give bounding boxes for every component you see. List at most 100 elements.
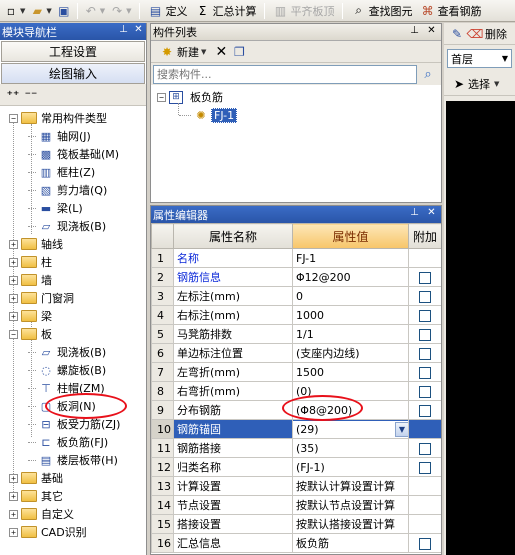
sum-calc-button[interactable]: Σ 汇总计算 xyxy=(191,2,260,20)
delete-button[interactable]: ⌫ 删除 xyxy=(466,25,507,43)
prop-value[interactable]: (支座内边线) xyxy=(292,343,409,363)
nav-tree-item[interactable]: ▦ 轴网(J) xyxy=(28,127,91,145)
nav-tree-item[interactable]: + CAD识别 xyxy=(9,523,87,541)
select-button[interactable]: ➤ 选择 ▼ xyxy=(444,72,515,96)
expand-toggle[interactable]: + xyxy=(9,527,18,537)
property-row[interactable]: 1 名称 FJ-1 xyxy=(151,248,441,268)
undo-icon[interactable]: ↶ xyxy=(83,3,99,19)
property-row[interactable]: 11 钢筋搭接 (35) xyxy=(151,438,441,458)
prop-value[interactable]: Φ12@200 xyxy=(292,267,409,287)
property-row[interactable]: 4 右标注(mm) 1000 xyxy=(151,305,441,325)
nav-tree-item[interactable]: + 门窗洞 xyxy=(9,289,74,307)
prop-value[interactable]: 1500 xyxy=(292,362,409,382)
property-row[interactable]: 12 归类名称 (FJ-1) xyxy=(151,457,441,477)
prop-value[interactable]: 按默认搭接设置计算 xyxy=(292,514,409,534)
nav-tree-item[interactable]: ▬ 梁(L) xyxy=(28,199,83,217)
nav-tree-item[interactable]: − 常用构件类型 xyxy=(9,109,107,127)
drawing-input-button[interactable]: 绘图输入 xyxy=(1,63,145,84)
extra-checkbox[interactable] xyxy=(419,404,431,417)
collapse-toggle[interactable]: − xyxy=(9,113,18,123)
pin-icon[interactable]: ⊥ xyxy=(408,207,421,218)
new-component-button[interactable]: ✸ 新建 ▼ xyxy=(155,43,212,61)
expand-toggle[interactable]: + xyxy=(9,311,18,321)
find-element-button[interactable]: ⌕ 查找图元 xyxy=(347,2,416,20)
save-icon[interactable]: ▣ xyxy=(56,3,72,19)
expand-all-icon[interactable]: ⁺⁺ xyxy=(5,87,21,103)
collapse-toggle[interactable]: − xyxy=(9,329,18,339)
prop-value[interactable]: 1/1 xyxy=(292,324,409,344)
search-input[interactable] xyxy=(153,64,417,84)
search-icon[interactable]: ⌕ xyxy=(417,65,439,84)
extra-checkbox[interactable] xyxy=(419,461,431,474)
delete-x-icon[interactable]: ✕ xyxy=(213,44,229,60)
view-rebar-button[interactable]: ⌘ 查看钢筋 xyxy=(416,2,485,20)
pencil-icon[interactable]: ✎ xyxy=(449,26,465,42)
extra-checkbox[interactable] xyxy=(419,309,431,322)
extra-checkbox[interactable] xyxy=(419,366,431,379)
chevron-down-icon[interactable]: ▼ xyxy=(100,7,105,15)
expand-toggle[interactable]: + xyxy=(9,257,18,267)
chevron-down-icon[interactable]: ▼ xyxy=(46,7,51,15)
floor-select[interactable]: 首层 ▼ xyxy=(447,49,512,68)
nav-tree-item[interactable]: ▱ 现浇板(B) xyxy=(28,217,106,235)
prop-value[interactable]: (FJ-1) xyxy=(292,457,409,477)
property-row[interactable]: 16 汇总信息 板负筋 xyxy=(151,533,441,553)
nav-tree-item[interactable]: ◌ 螺旋板(B) xyxy=(28,361,106,379)
nav-tree-item[interactable]: − 板 xyxy=(9,325,52,343)
expand-toggle[interactable]: + xyxy=(9,491,18,501)
extra-checkbox[interactable] xyxy=(419,271,431,284)
prop-value[interactable]: 0 xyxy=(292,286,409,306)
chevron-down-icon[interactable]: ▼ xyxy=(20,7,25,15)
expand-toggle[interactable]: + xyxy=(9,293,18,303)
copy-icon[interactable]: ❐ xyxy=(231,44,247,60)
chevron-down-icon[interactable]: ▼ xyxy=(395,421,408,437)
close-icon[interactable]: ✕ xyxy=(425,207,438,218)
property-row[interactable]: 10 钢筋锚固 (29) ▼ xyxy=(151,419,441,439)
prop-value[interactable]: 按默认计算设置计算 xyxy=(292,476,409,496)
nav-tree-item[interactable]: ▤ 楼层板带(H) xyxy=(28,451,118,469)
pin-icon[interactable]: ⊥ xyxy=(408,25,421,36)
close-icon[interactable]: ✕ xyxy=(425,25,438,36)
property-row[interactable]: 7 左弯折(mm) 1500 xyxy=(151,362,441,382)
pin-icon[interactable]: ⊥ xyxy=(117,24,130,35)
nav-tree-item[interactable]: ▩ 筏板基础(M) xyxy=(28,145,119,163)
nav-tree-item[interactable]: + 柱 xyxy=(9,253,52,271)
nav-tree-item[interactable]: + 轴线 xyxy=(9,235,63,253)
extra-checkbox[interactable] xyxy=(419,442,431,455)
prop-value[interactable]: FJ-1 xyxy=(292,248,409,268)
nav-tree-item[interactable]: + 自定义 xyxy=(9,505,74,523)
nav-tree-item[interactable]: + 梁 xyxy=(9,307,52,325)
define-button[interactable]: ▤ 定义 xyxy=(144,2,191,20)
extra-checkbox[interactable] xyxy=(419,537,431,550)
flush-slab-button[interactable]: ▥ 平齐板顶 xyxy=(269,2,338,20)
property-row[interactable]: 6 单边标注位置 (支座内边线) xyxy=(151,343,441,363)
expand-toggle[interactable]: + xyxy=(9,239,18,249)
chevron-down-icon[interactable]: ▼ xyxy=(126,7,131,15)
drawing-canvas[interactable] xyxy=(446,101,515,555)
tree-root-negative-rebar[interactable]: − ⊞ 板负筋 xyxy=(157,88,223,106)
property-row[interactable]: 15 搭接设置 按默认搭接设置计算 xyxy=(151,514,441,534)
extra-checkbox[interactable] xyxy=(419,347,431,360)
collapse-toggle[interactable]: − xyxy=(157,92,166,102)
nav-tree-item[interactable]: ▱ 现浇板(B) xyxy=(28,343,106,361)
extra-checkbox[interactable] xyxy=(419,385,431,398)
extra-checkbox[interactable] xyxy=(419,328,431,341)
nav-tree-item[interactable]: ▧ 剪力墙(Q) xyxy=(28,181,107,199)
prop-value[interactable]: (29) ▼ xyxy=(292,419,409,439)
nav-tree-item[interactable]: ⊏ 板负筋(FJ) xyxy=(28,433,108,451)
prop-value[interactable]: 板负筋 xyxy=(292,533,409,553)
expand-toggle[interactable]: + xyxy=(9,473,18,483)
expand-toggle[interactable]: + xyxy=(9,275,18,285)
property-row[interactable]: 5 马凳筋排数 1/1 xyxy=(151,324,441,344)
anchor-value-combo[interactable]: (29) ▼ xyxy=(293,420,408,438)
nav-tree-item[interactable]: + 基础 xyxy=(9,469,63,487)
prop-value[interactable]: 1000 xyxy=(292,305,409,325)
prop-value[interactable]: (35) xyxy=(292,438,409,458)
new-file-icon[interactable]: ▫ xyxy=(3,3,19,19)
prop-value[interactable]: 按默认节点设置计算 xyxy=(292,495,409,515)
property-row[interactable]: 13 计算设置 按默认计算设置计算 xyxy=(151,476,441,496)
nav-tree-item[interactable]: ▥ 框柱(Z) xyxy=(28,163,95,181)
extra-checkbox[interactable] xyxy=(419,290,431,303)
tree-item-fj1[interactable]: ✺ FJ-1 xyxy=(179,106,238,124)
nav-tree-item[interactable]: + 其它 xyxy=(9,487,63,505)
